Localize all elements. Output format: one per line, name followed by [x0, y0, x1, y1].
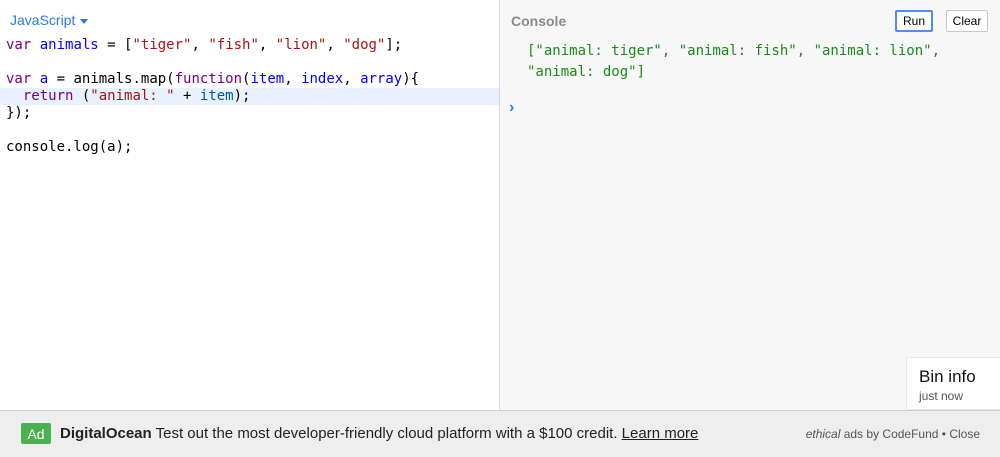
chevron-down-icon	[80, 18, 89, 24]
ad-close-link[interactable]: Close	[949, 427, 980, 441]
ad-brand: DigitalOcean	[60, 425, 152, 442]
code-line[interactable]: });	[0, 105, 499, 122]
bin-info-subtitle: just now	[919, 389, 964, 403]
ad-provider-italic: ethical	[805, 427, 841, 441]
console-output-line: "animal: dog"]	[527, 64, 646, 80]
ad-provider: ethical ads by CodeFund • Close	[806, 427, 980, 441]
ad-bar: Ad DigitalOcean Test out the most develo…	[0, 410, 1000, 457]
code-line[interactable]	[0, 122, 499, 139]
console-panel: Console Run Clear ["animal: tiger", "ani…	[500, 0, 1000, 410]
code-editor-panel[interactable]: JavaScript var animals = ["tiger", "fish…	[0, 0, 499, 410]
run-button[interactable]: Run	[895, 10, 933, 32]
code-line[interactable]: console.log(a);	[0, 139, 499, 156]
console-title: Console	[511, 13, 567, 29]
ad-description: Test out the most developer-friendly clo…	[151, 425, 622, 442]
ad-badge: Ad	[21, 423, 51, 444]
ad-separator: •	[938, 427, 950, 441]
code-line[interactable]	[0, 54, 499, 71]
console-output-line: ["animal: tiger", "animal: fish", "anima…	[527, 43, 941, 59]
clear-button[interactable]: Clear	[946, 10, 988, 32]
console-prompt-icon[interactable]: ›	[509, 99, 514, 117]
language-selector[interactable]: JavaScript	[10, 12, 89, 28]
console-output: ["animal: tiger", "animal: fish", "anima…	[527, 41, 977, 83]
language-label: JavaScript	[10, 12, 76, 28]
learn-more-link[interactable]: Learn more	[622, 425, 699, 442]
bin-info-title: Bin info	[919, 367, 976, 386]
code-area[interactable]: var animals = ["tiger", "fish", "lion", …	[0, 37, 499, 156]
ad-text[interactable]: DigitalOcean Test out the most developer…	[60, 425, 698, 442]
code-line[interactable]: var animals = ["tiger", "fish", "lion", …	[0, 37, 499, 54]
code-line[interactable]: var a = animals.map(function(item, index…	[0, 71, 499, 88]
bin-info-panel[interactable]: Bin info just now	[906, 357, 1000, 410]
code-line-active[interactable]: return ("animal: " + item);	[0, 88, 499, 105]
ad-provider-name[interactable]: ads by CodeFund	[840, 427, 939, 441]
